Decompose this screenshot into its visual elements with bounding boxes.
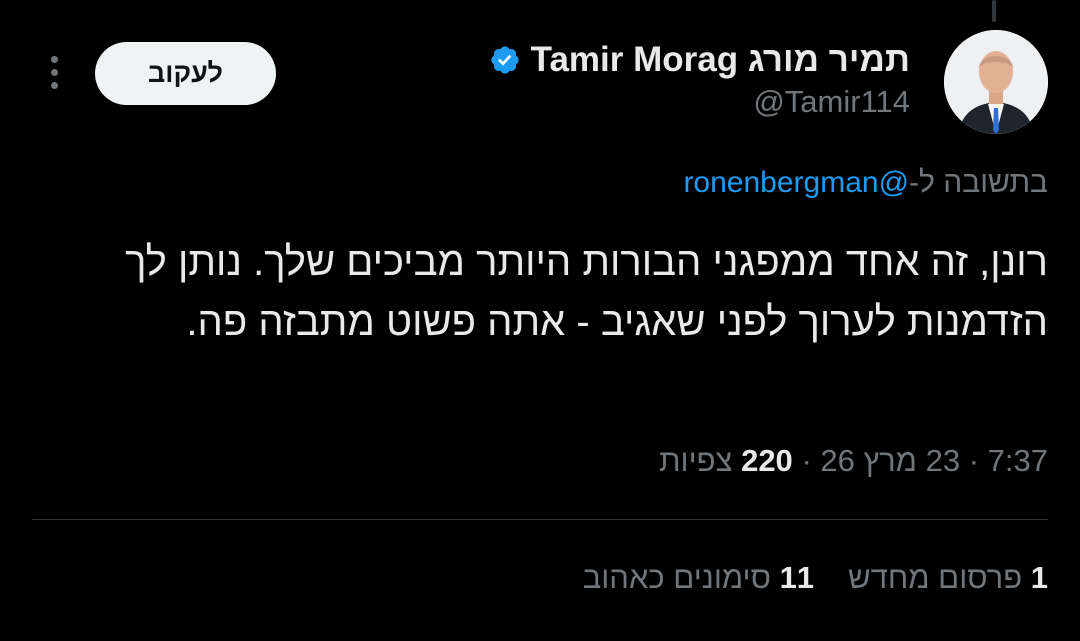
reposts-stat[interactable]: 1 פרסום מחדש xyxy=(848,560,1048,596)
meta-separator: · xyxy=(801,443,812,478)
views-count: 220 xyxy=(741,443,793,478)
reply-mention-link[interactable]: @ronenbergman xyxy=(683,166,909,199)
views-label: צפיות xyxy=(659,443,733,478)
likes-count: 11 xyxy=(779,560,815,595)
author-name-row: Tamir Morag תמיר מורג xyxy=(489,40,910,80)
tweet-meta: 7:37 · 23 מרץ 26 · 220 צפיות xyxy=(659,443,1048,479)
likes-label: סימונים כאהוב xyxy=(582,560,771,595)
avatar-photo xyxy=(944,30,1048,134)
follow-button[interactable]: לעקוב xyxy=(95,42,276,105)
engagement-stats: 1 פרסום מחדש 11 סימונים כאהוב xyxy=(583,560,1048,596)
tweet-time[interactable]: 7:37 xyxy=(988,443,1048,478)
likes-stat[interactable]: 11 סימונים כאהוב xyxy=(583,560,814,596)
author-handle[interactable]: @Tamir114 xyxy=(753,84,910,120)
more-options-icon[interactable] xyxy=(40,52,68,94)
tweet-date[interactable]: 23 מרץ 26 xyxy=(820,443,960,478)
meta-separator: · xyxy=(968,443,980,478)
avatar[interactable] xyxy=(944,30,1048,134)
verified-badge-icon xyxy=(489,44,521,76)
divider xyxy=(32,519,1048,520)
tweet-text: רונן, זה אחד ממפגני הבורות היותר מביכים … xyxy=(125,240,1048,344)
reposts-count: 1 xyxy=(1030,560,1048,595)
thread-connector-line xyxy=(992,0,996,22)
reply-context: בתשובה ל-@ronenbergman xyxy=(683,166,1048,200)
reposts-label: פרסום מחדש xyxy=(848,560,1023,595)
author-display-name[interactable]: Tamir Morag תמיר מורג xyxy=(531,40,910,80)
reply-prefix: בתשובה ל- xyxy=(909,166,1048,199)
